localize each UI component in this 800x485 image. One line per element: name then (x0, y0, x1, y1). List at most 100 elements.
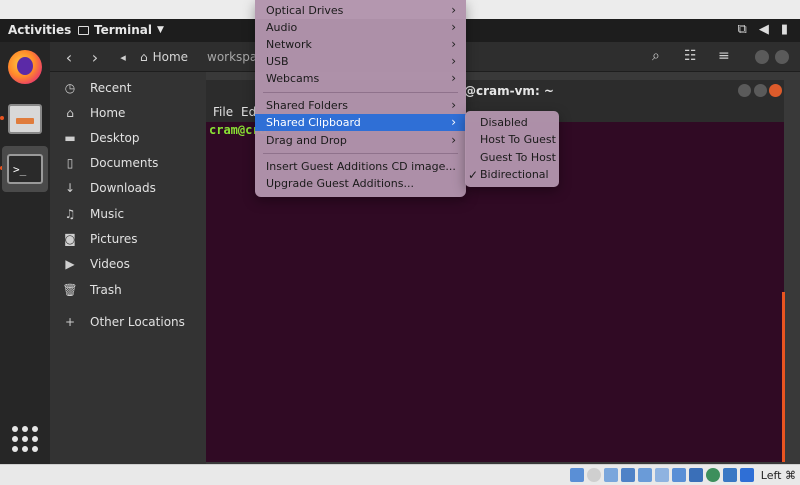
dock-terminal[interactable]: >_ (2, 146, 48, 192)
clock-icon: ◷ (64, 81, 76, 95)
sidebar-item-label: Documents (90, 156, 159, 170)
menu-item-webcams[interactable]: Webcams › (255, 70, 466, 87)
mouse-integration-icon[interactable] (740, 468, 754, 482)
sidebar-item-pictures[interactable]: ◙ Pictures (50, 228, 206, 250)
menu-edit[interactable]: Ed (241, 105, 256, 119)
guest-additions-icon[interactable] (706, 468, 720, 482)
sidebar-item-label: Desktop (90, 131, 140, 145)
checkmark-icon: ✓ (468, 167, 479, 182)
sidebar-item-label: Other Locations (90, 315, 185, 329)
terminal-small-icon (78, 25, 89, 35)
close-button[interactable] (769, 84, 782, 97)
app-menu[interactable]: Terminal ▼ (78, 23, 164, 37)
firefox-icon (8, 50, 42, 84)
home-icon: ⌂ (66, 106, 74, 120)
sidebar-item-documents[interactable]: ▯ Documents (50, 152, 206, 174)
shared-folder-icon[interactable] (655, 468, 669, 482)
chevron-right-icon: › (451, 20, 456, 34)
sidebar-item-home[interactable]: ⌂ Home (50, 102, 206, 124)
submenu-item-label: Bidirectional (480, 168, 549, 181)
menu-item-upgrade-guest-additions[interactable]: Upgrade Guest Additions... (255, 175, 466, 192)
sidebar-item-music[interactable]: ♫ Music (50, 203, 206, 225)
sidebar-item-trash[interactable]: 🗑 Trash (50, 279, 206, 301)
volume-icon[interactable]: ◀ (759, 22, 769, 37)
back-button[interactable]: ‹ (58, 47, 80, 67)
host-key-label: Left ⌘ (760, 469, 796, 482)
dock-files[interactable] (2, 96, 48, 142)
sidebar-item-downloads[interactable]: ↓ Downloads (50, 177, 206, 199)
terminal-scrollbar[interactable] (782, 292, 785, 462)
maximize-button[interactable] (775, 50, 789, 64)
optical-drive-icon[interactable] (587, 468, 601, 482)
view-options-icon[interactable]: ☷ (684, 48, 697, 64)
sidebar-item-label: Music (90, 207, 125, 221)
plus-icon: + (64, 315, 76, 329)
chevron-right-icon: › (451, 71, 456, 85)
menu-item-label: USB (266, 55, 289, 68)
chevron-right-icon: › (451, 54, 456, 68)
system-tray[interactable]: ⧉ ◀ ▮ (738, 22, 788, 37)
path-workspace[interactable]: workspa (207, 50, 257, 64)
sidebar-item-videos[interactable]: ▶ Videos (50, 253, 206, 275)
sidebar-item-desktop[interactable]: ▬ Desktop (50, 127, 206, 149)
sidebar-item-label: Trash (90, 283, 122, 297)
path-home[interactable]: ⌂ Home (140, 48, 188, 66)
submenu-item-label: Disabled (480, 116, 528, 129)
music-icon: ♫ (64, 207, 76, 221)
menu-icon[interactable]: ≡ (718, 48, 730, 64)
sidebar-item-recent[interactable]: ◷ Recent (50, 77, 206, 99)
menu-item-usb[interactable]: USB › (255, 53, 466, 70)
menu-item-shared-folders[interactable]: Shared Folders › (255, 97, 466, 114)
sidebar-item-label: Videos (90, 257, 130, 271)
download-icon: ↓ (64, 181, 76, 195)
minimize-button[interactable] (738, 84, 751, 97)
dock-firefox[interactable] (2, 44, 48, 90)
show-applications-icon[interactable] (12, 426, 38, 452)
forward-button[interactable]: › (84, 47, 106, 67)
menu-item-label: Webcams (266, 72, 320, 85)
menu-item-insert-guest-additions[interactable]: Insert Guest Additions CD image... (255, 158, 466, 175)
menu-item-audio[interactable]: Audio › (255, 19, 466, 36)
menu-item-drag-and-drop[interactable]: Drag and Drop › (255, 132, 466, 149)
usb-icon[interactable] (638, 468, 652, 482)
search-icon[interactable]: ⌕ (652, 48, 660, 64)
maximize-button[interactable] (754, 84, 767, 97)
submenu-item-label: Host To Guest (480, 133, 556, 146)
sidebar-item-other-locations[interactable]: + Other Locations (50, 311, 206, 333)
camera-icon: ◙ (64, 232, 76, 246)
recording-icon[interactable] (689, 468, 703, 482)
hard-disk-icon[interactable] (570, 468, 584, 482)
dock: >_ (0, 42, 50, 464)
network-icon[interactable]: ⧉ (738, 22, 747, 37)
menu-item-label: Insert Guest Additions CD image... (266, 160, 456, 173)
sidebar-item-label: Home (90, 106, 126, 120)
minimize-button[interactable] (755, 50, 769, 64)
submenu-item-label: Guest To Host (480, 151, 556, 164)
network-icon[interactable] (621, 468, 635, 482)
menu-item-label: Shared Folders (266, 99, 348, 112)
shared-clipboard-submenu: Disabled Host To Guest Guest To Host ✓ B… (465, 111, 559, 187)
display-icon[interactable] (672, 468, 686, 482)
menu-item-label: Upgrade Guest Additions... (266, 177, 414, 190)
menu-file[interactable]: File (213, 105, 233, 119)
cpu-icon[interactable] (723, 468, 737, 482)
battery-icon[interactable]: ▮ (781, 22, 788, 37)
submenu-item-host-to-guest[interactable]: Host To Guest (465, 131, 559, 148)
chevron-right-icon: › (451, 115, 456, 129)
chevron-down-icon: ▼ (157, 25, 164, 35)
files-sidebar: ◷ Recent ⌂ Home ▬ Desktop ▯ Documents ↓ … (50, 72, 206, 464)
menu-item-network[interactable]: Network › (255, 36, 466, 53)
activities-button[interactable]: Activities (8, 23, 71, 37)
screen: Activities Terminal ▼ ⧉ ◀ ▮ >_ ‹ › ◂ ⌂ H… (0, 0, 800, 485)
submenu-item-disabled[interactable]: Disabled (465, 114, 559, 131)
sidebar-item-label: Recent (90, 81, 132, 95)
menu-item-shared-clipboard[interactable]: Shared Clipboard › (255, 114, 466, 131)
menu-separator (263, 153, 458, 154)
menu-item-optical-drives[interactable]: Optical Drives › (255, 2, 466, 19)
submenu-item-bidirectional[interactable]: ✓ Bidirectional (465, 166, 559, 183)
menu-separator (263, 92, 458, 93)
submenu-item-guest-to-host[interactable]: Guest To Host (465, 149, 559, 166)
path-left-button[interactable]: ◂ (112, 47, 134, 67)
menu-item-label: Optical Drives (266, 4, 344, 17)
audio-icon[interactable] (604, 468, 618, 482)
